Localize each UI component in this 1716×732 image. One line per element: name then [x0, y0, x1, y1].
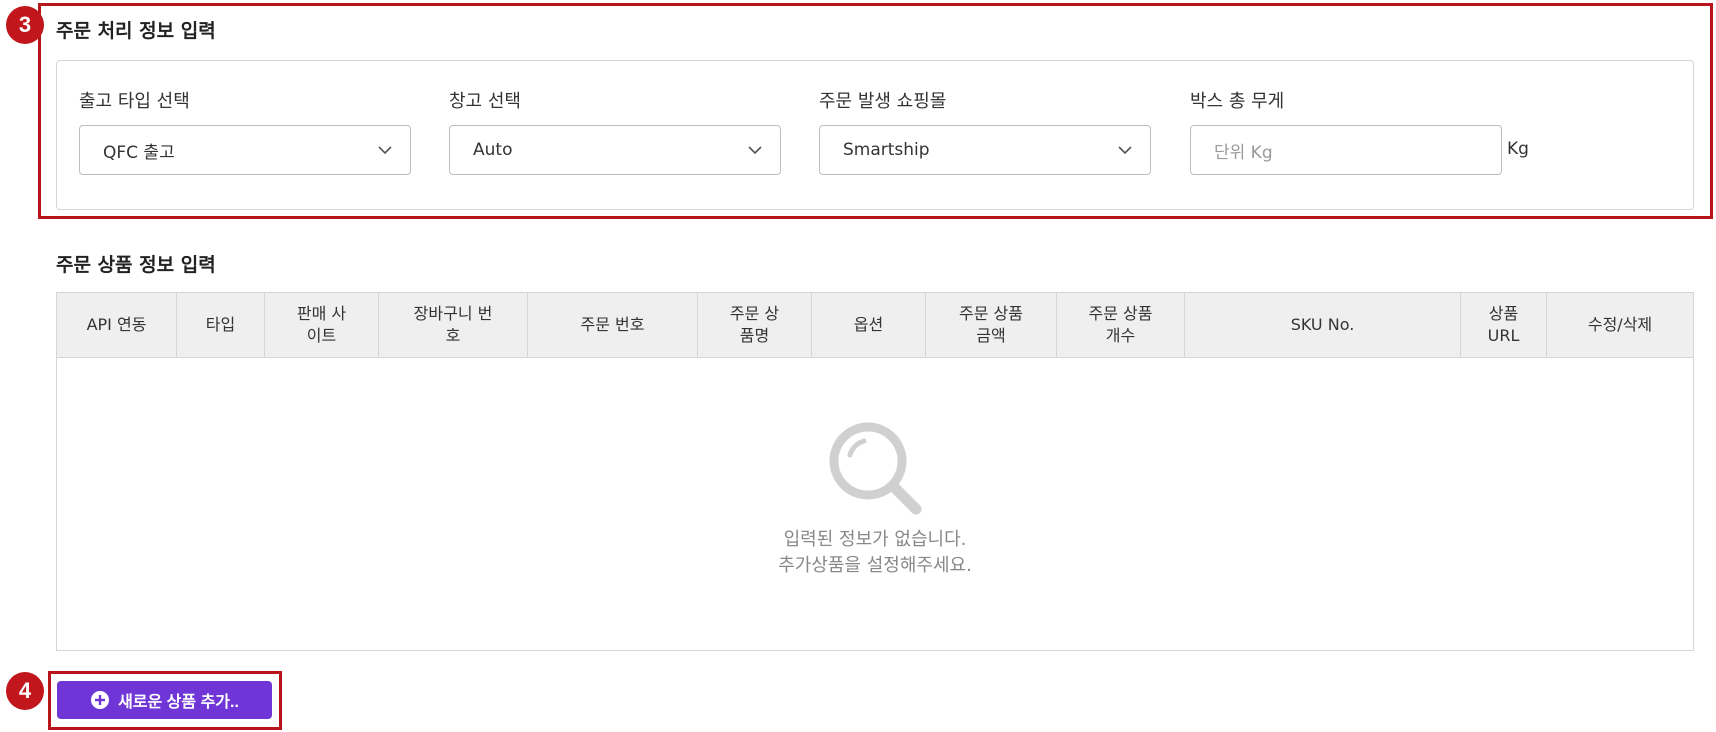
- warehouse-label: 창고 선택: [449, 91, 521, 112]
- magnifier-icon: [829, 422, 922, 515]
- shopping-mall-label: 주문 발생 쇼핑몰: [819, 91, 947, 112]
- table-header: API 연동 타입 판매 사 이트 장바구니 번 호 주문 번호 주문 상 품명…: [57, 293, 1693, 358]
- col-product-url: 상품 URL: [1461, 293, 1547, 357]
- order-processing-panel: 출고 타입 선택 QFC 출고 창고 선택 Auto 주문 발생 쇼핑몰 Sma…: [56, 60, 1694, 210]
- add-new-product-label: 새로운 상품 추가..: [118, 694, 239, 711]
- step-4-badge: 4: [6, 672, 44, 710]
- shipping-type-label: 출고 타입 선택: [79, 91, 190, 112]
- col-api-link: API 연동: [57, 293, 177, 357]
- shopping-mall-value: Smartship: [843, 140, 930, 160]
- col-edit-delete: 수정/삭제: [1587, 315, 1653, 335]
- col-type: 타입: [177, 293, 265, 357]
- weight-unit: Kg: [1507, 139, 1529, 159]
- col-product-name: 주문 상 품명: [698, 293, 812, 357]
- empty-message-line-2: 추가상품을 설정해주세요.: [778, 555, 972, 576]
- warehouse-select[interactable]: Auto: [449, 125, 781, 175]
- col-order-number: 주문 번호: [528, 293, 698, 357]
- order-products-table: API 연동 타입 판매 사 이트 장바구니 번 호 주문 번호 주문 상 품명…: [56, 292, 1694, 651]
- chevron-down-icon: [1118, 146, 1132, 155]
- warehouse-value: Auto: [473, 140, 513, 160]
- order-processing-title: 주문 처리 정보 입력: [56, 20, 216, 42]
- shopping-mall-select[interactable]: Smartship: [819, 125, 1151, 175]
- col-sku: SKU No.: [1185, 293, 1461, 357]
- col-cart-number: 장바구니 번 호: [379, 293, 528, 357]
- box-weight-placeholder: 단위 Kg: [1214, 142, 1273, 163]
- empty-message-line-1: 입력된 정보가 없습니다.: [783, 529, 967, 550]
- box-weight-input[interactable]: 단위 Kg: [1190, 125, 1502, 175]
- shipping-type-select[interactable]: QFC 출고: [79, 125, 411, 175]
- step-3-badge: 3: [6, 6, 44, 44]
- shipping-type-value: QFC 출고: [103, 142, 175, 163]
- col-product-price: 주문 상품 금액: [926, 293, 1057, 357]
- chevron-down-icon: [378, 146, 392, 155]
- chevron-down-icon: [748, 146, 762, 155]
- order-products-title: 주문 상품 정보 입력: [56, 254, 216, 276]
- col-product-quantity: 주문 상품 개수: [1057, 293, 1185, 357]
- col-sales-site: 판매 사 이트: [265, 293, 379, 357]
- plus-circle-icon: [91, 691, 110, 709]
- add-new-product-button[interactable]: 새로운 상품 추가..: [57, 681, 272, 719]
- box-weight-label: 박스 총 무게: [1190, 91, 1285, 112]
- col-option: 옵션: [812, 293, 926, 357]
